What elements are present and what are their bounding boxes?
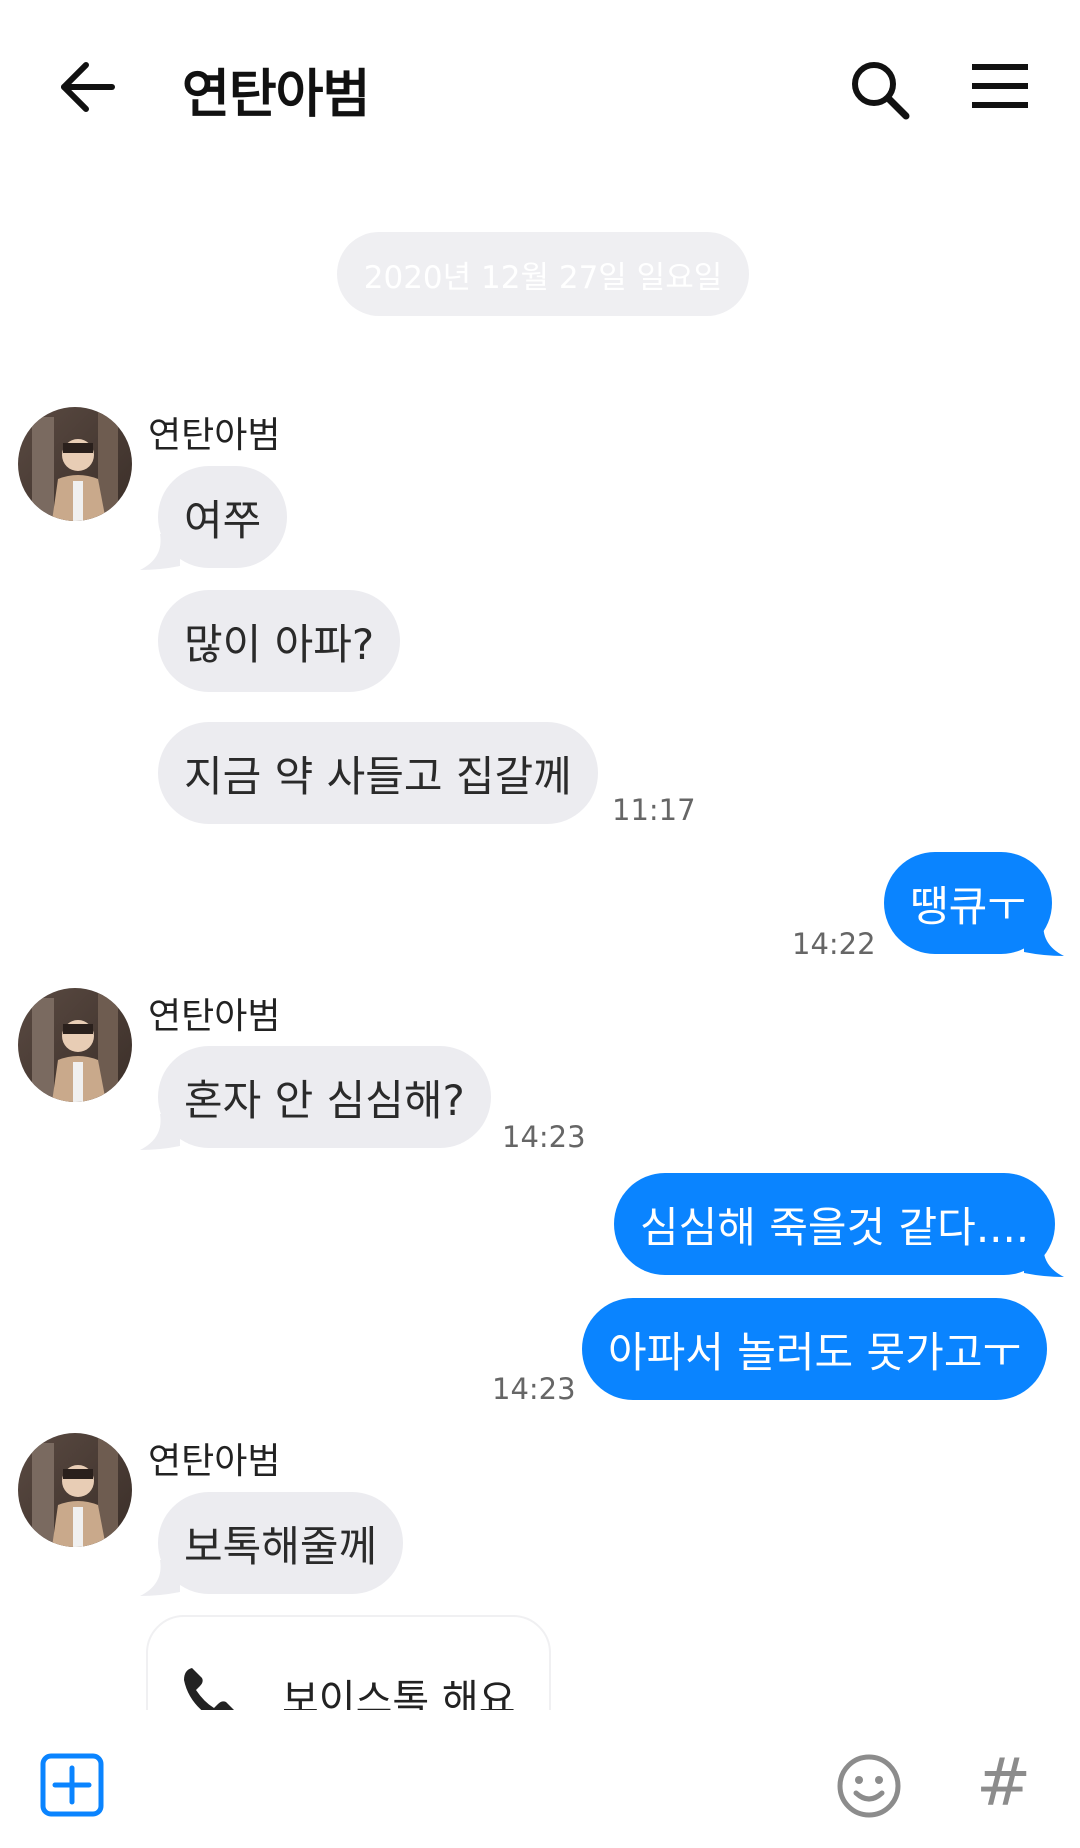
input-bar: # [0,1710,1080,1848]
emoji-icon[interactable] [836,1753,902,1819]
message-time: 14:22 [792,927,876,961]
hash-icon[interactable]: # [976,1744,1031,1821]
avatar[interactable] [18,1433,132,1547]
message-bubble[interactable]: 아파서 놀러도 못가고ㅜ [582,1298,1048,1400]
message-bubble[interactable]: 지금 약 사들고 집갈께 [158,722,598,824]
message-time: 14:23 [492,1372,576,1406]
message-time: 14:23 [502,1120,586,1154]
date-divider: 2020년 12월 27일 일요일 [337,232,749,316]
bubble-tail [1024,1241,1064,1277]
sender-name: 연탄아범 [148,996,281,1037]
avatar[interactable] [18,407,132,521]
message-bubble[interactable]: 심심해 죽을것 같다.... [614,1173,1056,1275]
bubble-tail [1024,920,1064,956]
phone-icon [184,1668,234,1710]
message-bubble[interactable]: 여쭈 [158,466,288,568]
message-bubble[interactable]: 혼자 안 심심해? [158,1046,491,1148]
message-bubble[interactable]: 보톡해줄께 [158,1492,404,1594]
voice-call-card[interactable]: 보이스톡 해요 [146,1615,551,1710]
plus-square-icon[interactable] [40,1753,104,1817]
avatar[interactable] [18,988,132,1102]
message-bubble[interactable]: 많이 아파? [158,590,401,692]
sender-name: 연탄아범 [148,415,281,456]
sender-name: 연탄아범 [148,1441,281,1482]
voice-call-label: 보이스톡 해요 [282,1677,516,1710]
message-time: 11:17 [612,793,696,827]
message-list[interactable]: 2020년 12월 27일 일요일 연탄아범 여쭈 많이 아파? 지금 약 사들… [0,0,1080,1710]
